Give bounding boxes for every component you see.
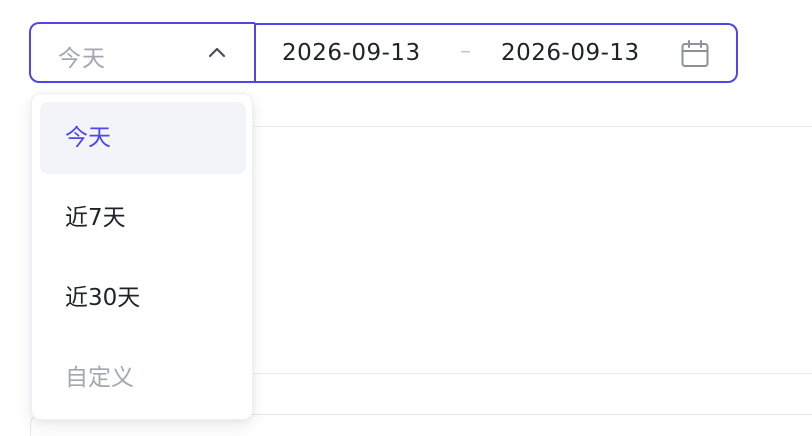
- option-last-30-days[interactable]: 近30天: [40, 262, 246, 334]
- quick-range-value: 今天: [58, 46, 106, 72]
- page: 今天 2026-09-13 – 2026-09-13 今天 近7天 近30天 自…: [0, 0, 812, 436]
- calendar-icon[interactable]: [680, 39, 710, 69]
- quick-range-select[interactable]: 今天: [29, 22, 255, 83]
- chevron-up-icon: [208, 47, 226, 58]
- option-custom: 自定义: [65, 365, 134, 391]
- option-last-7-days[interactable]: 近7天: [40, 182, 246, 254]
- option-today[interactable]: 今天: [40, 102, 246, 174]
- background-divider: [253, 373, 812, 374]
- background-divider: [253, 126, 812, 127]
- date-range-picker[interactable]: 2026-09-13 – 2026-09-13: [255, 23, 738, 83]
- quick-range-dropdown: 今天 近7天 近30天 自定义: [31, 93, 253, 420]
- date-range-separator: –: [460, 39, 471, 64]
- start-date-input[interactable]: 2026-09-13: [282, 40, 421, 66]
- end-date-input[interactable]: 2026-09-13: [501, 40, 640, 66]
